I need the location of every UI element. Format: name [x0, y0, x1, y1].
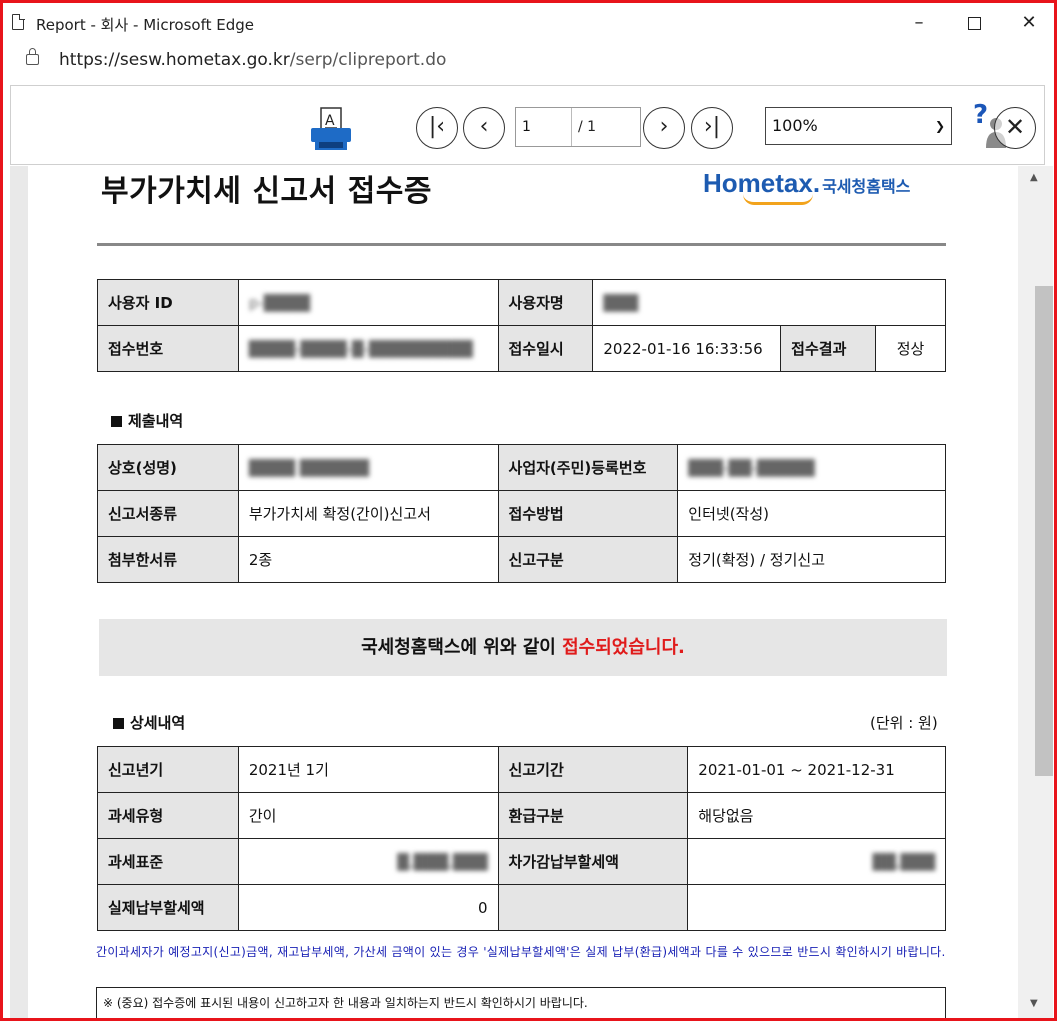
period-label: 신고기간: [497, 746, 689, 793]
first-page-button[interactable]: |‹: [416, 107, 458, 149]
net-due-label: 차가감납부할세액: [497, 838, 689, 885]
table-row: 상호(성명) ████ ██████ 사업자(주민)등록번호 ███-██-██…: [97, 444, 946, 491]
notice-text: 국세청홈택스에 위와 같이: [361, 637, 563, 658]
user-name-value: ███: [592, 279, 946, 326]
report-title: 부가가치세 신고서 접수증: [101, 174, 432, 209]
refund-value: 해당없음: [687, 792, 946, 839]
table-row: 과세표준 █,███,███ 차가감납부할세액 ██,███: [97, 838, 946, 885]
tax-type-value: 간이: [237, 792, 499, 839]
current-page-input[interactable]: 1: [516, 108, 572, 146]
title-divider: [97, 243, 946, 246]
scroll-down-arrow-icon[interactable]: ▼: [1030, 998, 1038, 1009]
empty-cell: [687, 884, 946, 931]
scroll-up-arrow-icon[interactable]: ▲: [1030, 172, 1038, 183]
receipt-date-value: 2022-01-16 16:33:56: [592, 325, 782, 372]
user-id-value: p-████: [237, 279, 499, 326]
minimize-button[interactable]: –: [896, 6, 942, 40]
actual-due-value: 0: [237, 884, 499, 931]
browser-window: Report - 회사 - Microsoft Edge – ✕ https:/…: [0, 0, 1057, 1021]
square-bullet-icon: [113, 718, 124, 729]
window-title: Report - 회사 - Microsoft Edge: [36, 16, 255, 34]
zoom-value: 100%: [772, 116, 818, 135]
logo-korean: 국세청홈택스: [822, 177, 911, 196]
category-label: 신고구분: [497, 536, 679, 583]
section-detail-heading: 상세내역: [113, 712, 185, 733]
table-row: 첨부한서류 2종 신고구분 정기(확정) / 정기신고: [97, 536, 946, 583]
receipt-no-label: 접수번호: [97, 325, 239, 372]
category-value: 정기(확정) / 정기신고: [677, 536, 946, 583]
svg-text:A: A: [325, 113, 335, 129]
vertical-scrollbar[interactable]: ▲ ▼: [1018, 166, 1053, 1018]
user-id-label: 사용자 ID: [97, 279, 239, 326]
period-value: 2021-01-01 ~ 2021-12-31: [687, 746, 946, 793]
title-bar: Report - 회사 - Microsoft Edge – ✕: [6, 6, 1054, 40]
report-viewport: 부가가치세 신고서 접수증 Hometax. 국세청홈택스 사용자 ID p-██…: [10, 166, 1018, 1018]
refund-label: 환급구분: [497, 792, 689, 839]
table-row: 실제납부할세액 0: [97, 884, 946, 931]
method-value: 인터넷(작성): [677, 490, 946, 537]
document-icon: [12, 13, 25, 30]
table-row: 신고서종류 부가가치세 확정(간이)신고서 접수방법 인터넷(작성): [97, 490, 946, 537]
page-indicator: 1 / 1: [515, 107, 641, 147]
receipt-result-label: 접수결과: [780, 325, 877, 372]
next-page-button[interactable]: ›: [643, 107, 685, 149]
lock-icon: [26, 48, 39, 65]
table-row: 접수번호 ████-████-█-█████████ 접수일시 2022-01-…: [97, 325, 946, 372]
logo-swoosh: [743, 194, 813, 205]
section-submission-heading: 제출내역: [111, 410, 183, 431]
print-icon[interactable]: A: [307, 106, 355, 154]
total-pages: / 1: [578, 119, 597, 135]
tax-base-value: █,███,███: [237, 838, 499, 885]
tax-base-label: 과세표준: [97, 838, 239, 885]
table-row: 사용자 ID p-████ 사용자명 ███: [97, 279, 946, 326]
submission-table: 상호(성명) ████ ██████ 사업자(주민)등록번호 ███-██-██…: [97, 444, 946, 583]
blue-note: 간이과세자가 예정고지(신고)금액, 재고납부세액, 가산세 금액이 있는 경우…: [96, 945, 946, 959]
receipt-result-value: 정상: [875, 325, 946, 372]
close-window-button[interactable]: ✕: [1006, 6, 1052, 40]
tax-type-label: 과세유형: [97, 792, 239, 839]
method-label: 접수방법: [497, 490, 679, 537]
url-domain: https://sesw.hometax.go.kr: [59, 50, 290, 70]
report-toolbar: A |‹ ‹ 1 / 1 › ›| 100% ❯ ? ✕: [10, 85, 1045, 165]
receipt-date-label: 접수일시: [497, 325, 594, 372]
company-label: 상호(성명): [97, 444, 239, 491]
maximize-button[interactable]: [951, 6, 997, 40]
hometax-logo: Hometax. 국세청홈택스: [703, 168, 911, 205]
receipt-no-value: ████-████-█-█████████: [237, 325, 499, 372]
biz-no-label: 사업자(주민)등록번호: [497, 444, 679, 491]
url-path: /serp/clipreport.do: [289, 50, 447, 70]
form-type-label: 신고서종류: [97, 490, 239, 537]
detail-table: 신고년기 2021년 1기 신고기간 2021-01-01 ~ 2021-12-…: [97, 746, 946, 931]
scroll-thumb[interactable]: [1035, 286, 1053, 776]
year-label: 신고년기: [97, 746, 239, 793]
actual-due-label: 실제납부할세액: [97, 884, 239, 931]
empty-cell: [497, 884, 689, 931]
close-viewer-button[interactable]: ✕: [994, 107, 1036, 149]
user-name-label: 사용자명: [497, 279, 594, 326]
important-note: ※ (중요) 접수증에 표시된 내용이 신고하고자 한 내용과 일치하는지 반드…: [96, 987, 946, 1018]
attach-value: 2종: [237, 536, 499, 583]
previous-page-button[interactable]: ‹: [463, 107, 505, 149]
form-type-value: 부가가치세 확정(간이)신고서: [237, 490, 499, 537]
table-row: 신고년기 2021년 1기 신고기간 2021-01-01 ~ 2021-12-…: [97, 746, 946, 793]
maximize-icon: [967, 16, 981, 30]
user-info-table: 사용자 ID p-████ 사용자명 ███ 접수번호 ████-████-█-…: [97, 279, 946, 372]
net-due-value: ██,███: [687, 838, 946, 885]
biz-no-value: ███-██-█████: [677, 444, 946, 491]
zoom-select[interactable]: 100% ❯: [765, 107, 952, 145]
company-value: ████ ██████: [237, 444, 499, 491]
report-page: 부가가치세 신고서 접수증 Hometax. 국세청홈택스 사용자 ID p-██…: [28, 166, 1018, 1018]
chevron-down-icon: ❯: [934, 119, 945, 133]
notice-red-text: 접수되었습니다.: [562, 637, 685, 658]
square-bullet-icon: [111, 416, 122, 427]
address-bar[interactable]: https://sesw.hometax.go.kr/serp/cliprepo…: [6, 40, 1054, 82]
unit-label: (단위 : 원): [870, 714, 938, 732]
last-page-button[interactable]: ›|: [691, 107, 733, 149]
url-text[interactable]: https://sesw.hometax.go.kr/serp/cliprepo…: [59, 50, 446, 70]
receipt-notice: 국세청홈택스에 위와 같이 접수되었습니다.: [99, 619, 947, 676]
year-value: 2021년 1기: [237, 746, 499, 793]
table-row: 과세유형 간이 환급구분 해당없음: [97, 792, 946, 839]
attach-label: 첨부한서류: [97, 536, 239, 583]
